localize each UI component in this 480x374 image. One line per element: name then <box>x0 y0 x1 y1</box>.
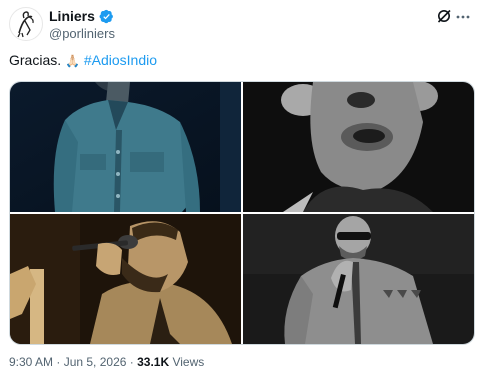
tweet-time[interactable]: 9:30 AM <box>9 355 53 369</box>
display-name[interactable]: Liniers <box>49 8 95 24</box>
avatar[interactable] <box>9 7 43 41</box>
photo-3[interactable] <box>10 214 241 344</box>
user-handle[interactable]: @porliniers <box>49 26 115 41</box>
media-grid <box>9 81 475 345</box>
tweet-body: Gracias. <box>9 52 62 68</box>
photo-4[interactable] <box>243 214 474 344</box>
tweet-card: Liniers @porliniers Gracias. 🙏🏻 #AdiosIn… <box>0 0 480 374</box>
views-label: Views <box>169 355 205 369</box>
tweet-text: Gracias. 🙏🏻 #AdiosIndio <box>9 52 157 68</box>
photo-1[interactable] <box>10 82 241 212</box>
more-options-icon[interactable] <box>456 10 470 22</box>
praying-hands-emoji: 🙏🏻 <box>65 54 80 68</box>
views-count: 33.1K <box>137 355 170 369</box>
name-row: Liniers <box>49 8 114 24</box>
hashtag-link[interactable]: #AdiosIndio <box>84 52 157 68</box>
meta-separator: · <box>53 355 64 369</box>
verified-badge-icon <box>99 9 114 24</box>
photo-2[interactable] <box>243 82 474 212</box>
tweet-date[interactable]: Jun 5, 2026 <box>64 355 127 369</box>
tweet-meta: 9:30 AM · Jun 5, 2026 · 33.1K Views <box>9 355 204 369</box>
meta-separator-2: · <box>126 355 138 369</box>
grok-icon[interactable] <box>436 8 452 24</box>
